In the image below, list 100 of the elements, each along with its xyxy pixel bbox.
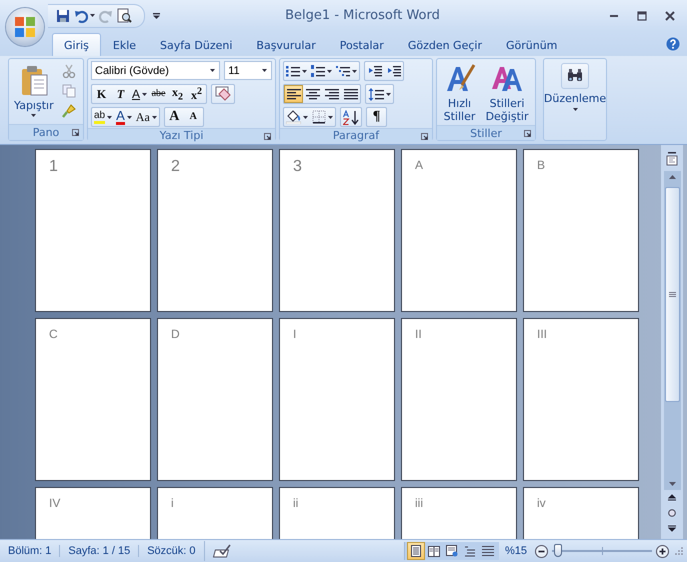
help-icon xyxy=(666,36,680,50)
align-left-icon xyxy=(286,88,300,100)
group-label: Yazı Tipi xyxy=(160,129,204,142)
dialog-launcher-button[interactable] xyxy=(418,130,430,143)
font-name-field[interactable]: Calibri (Gövde) xyxy=(91,61,220,80)
slider-thumb[interactable] xyxy=(554,544,562,557)
launcher-icon xyxy=(264,133,270,140)
zoom-in-button[interactable] xyxy=(654,542,671,560)
group-label: Stiller xyxy=(470,126,502,140)
ribbon-tab[interactable]: Başvurular xyxy=(244,33,328,56)
group-label: Pano xyxy=(32,126,60,139)
font-size-value: 11 xyxy=(228,64,240,76)
window-title: Belge1 - Microsoft Word xyxy=(284,8,441,23)
subscript-button[interactable]: x$_{2}$ xyxy=(168,85,188,103)
font-size-field[interactable]: 11 xyxy=(224,61,272,80)
show-formatting-marks-button[interactable]: ¶ xyxy=(367,108,386,126)
borders-icon xyxy=(312,110,326,124)
decrease-indent-icon xyxy=(368,65,382,77)
caret-icon xyxy=(152,116,157,118)
highlight-button[interactable]: ab xyxy=(92,108,114,126)
borders-button[interactable] xyxy=(310,108,335,126)
print-layout-button[interactable] xyxy=(406,542,425,560)
paint-bucket-icon xyxy=(286,110,301,124)
close-icon xyxy=(665,10,675,20)
circle-icon xyxy=(668,508,676,516)
caret-icon xyxy=(107,116,112,118)
page-number: 3 xyxy=(293,158,302,176)
caret-icon xyxy=(302,70,307,72)
change-styles-button[interactable]: Stilleri Değiştir xyxy=(484,61,530,125)
change-case-button[interactable]: Aa xyxy=(134,108,159,126)
dialog-launcher-button[interactable] xyxy=(521,127,533,140)
page-number: C xyxy=(49,327,58,341)
vertical-scrollbar[interactable] xyxy=(664,171,680,490)
align-center-icon xyxy=(306,88,320,100)
caret-icon xyxy=(126,116,132,118)
magnifier-page-icon xyxy=(117,8,132,23)
font-color-button[interactable]: A xyxy=(114,108,134,126)
grow-font-button[interactable]: A xyxy=(164,108,184,126)
page-number: i xyxy=(171,496,174,510)
page-number: B xyxy=(537,158,546,172)
paste-button[interactable]: Yapıştır xyxy=(12,61,56,124)
page-number: IV xyxy=(49,496,60,510)
increase-indent-icon xyxy=(386,65,400,77)
page-number: A xyxy=(415,158,424,172)
ribbon-tab[interactable]: Sayfa Düzeni xyxy=(148,33,244,56)
zoom-out-button[interactable] xyxy=(533,542,550,560)
status-text[interactable]: Sözcük: 0 xyxy=(138,545,204,557)
shading-button[interactable] xyxy=(284,108,310,126)
page-number: iv xyxy=(537,496,546,510)
ribbon-tab[interactable]: Ekle xyxy=(100,33,148,56)
scrollbar-thumb[interactable] xyxy=(664,187,680,402)
shrink-font-button[interactable]: A xyxy=(184,108,203,126)
binoculars-icon xyxy=(567,69,583,83)
align-left-button[interactable] xyxy=(284,85,303,103)
numbered-list-icon xyxy=(311,65,325,77)
caret-icon xyxy=(262,69,267,72)
scroll-down-arrow-icon xyxy=(668,482,676,486)
copy-icon xyxy=(62,84,76,98)
caret-icon xyxy=(303,116,308,118)
page-number: II xyxy=(415,327,422,341)
page-number: III xyxy=(537,327,548,341)
plus-icon xyxy=(656,544,669,558)
dialog-launcher-button[interactable] xyxy=(261,130,273,143)
launcher-icon xyxy=(72,129,78,136)
dialog-launcher-button[interactable] xyxy=(69,126,81,139)
ribbon-tab[interactable]: Gözden Geçir xyxy=(396,33,494,56)
launcher-icon xyxy=(420,133,428,140)
bold-button[interactable]: K xyxy=(92,85,111,103)
ruler-icon xyxy=(666,152,678,166)
book-check-icon xyxy=(212,544,230,558)
font-name-value: Calibri (Gövde) xyxy=(95,64,169,76)
zoom-level[interactable]: %15 xyxy=(498,545,533,557)
page-number: iii xyxy=(415,496,423,510)
quick-styles-button[interactable]: Hızlı Stiller xyxy=(442,61,478,125)
open-book-icon xyxy=(428,545,440,557)
caret-icon xyxy=(386,92,391,96)
superscript-button[interactable]: x$^{2}$ xyxy=(187,85,206,103)
status-text[interactable]: Sayfa: 1 / 15 xyxy=(59,545,138,557)
status-text[interactable]: Bölüm: 1 xyxy=(0,545,60,557)
launcher-icon xyxy=(524,130,530,137)
justify-icon xyxy=(344,88,358,100)
minimize-icon xyxy=(610,14,618,16)
italic-button[interactable]: T xyxy=(111,85,130,103)
print-preview-button[interactable] xyxy=(115,6,134,26)
underline-button[interactable]: A xyxy=(130,85,150,103)
ribbon-tab[interactable]: Giriş xyxy=(52,33,101,56)
align-right-icon xyxy=(324,88,338,100)
editing-button[interactable]: Düzenleme xyxy=(542,61,608,140)
ribbon-tab[interactable]: Postalar xyxy=(328,33,396,56)
resize-grip-icon xyxy=(675,547,683,555)
clipboard-icon xyxy=(20,65,48,97)
numbering-button[interactable] xyxy=(309,62,334,80)
page-number: 2 xyxy=(171,158,180,176)
ribbon-tab[interactable]: Görünüm xyxy=(494,33,570,56)
caret-icon xyxy=(328,116,333,118)
undo-icon xyxy=(74,8,88,22)
grip-icon xyxy=(668,292,676,297)
web-page-icon xyxy=(446,545,458,557)
strikethrough-button[interactable]: abe xyxy=(149,85,168,103)
multilevel-list-icon xyxy=(336,65,350,77)
